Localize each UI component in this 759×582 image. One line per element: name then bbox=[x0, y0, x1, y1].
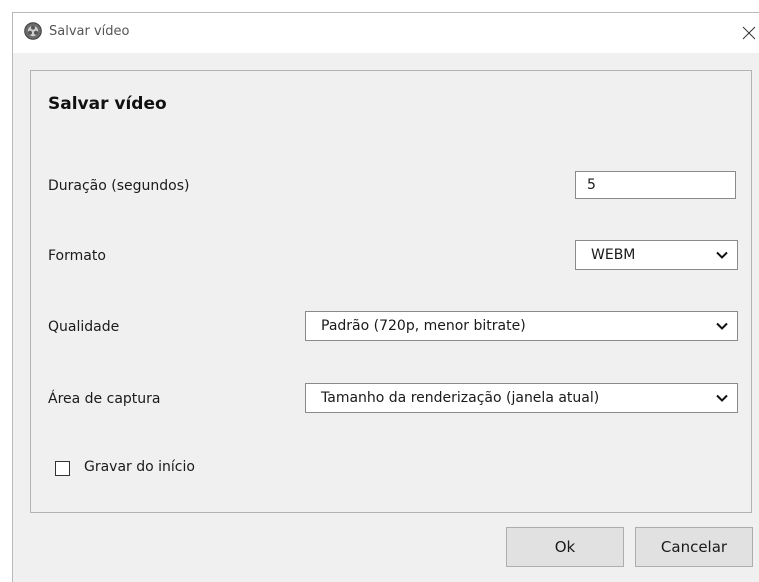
close-icon bbox=[742, 26, 756, 40]
capture-area-select-value: Tamanho da renderização (janela atual) bbox=[321, 390, 600, 406]
quality-select-value: Padrão (720p, menor bitrate) bbox=[321, 318, 526, 334]
chevron-down-icon bbox=[716, 394, 728, 402]
panel-title: Salvar vídeo bbox=[48, 94, 167, 114]
settings-panel: Salvar vídeo Duração (segundos) Formato … bbox=[30, 70, 752, 513]
format-label: Formato bbox=[48, 248, 106, 264]
format-select[interactable]: WEBM bbox=[575, 240, 738, 270]
chevron-down-icon bbox=[716, 251, 728, 259]
format-select-value: WEBM bbox=[591, 247, 636, 263]
close-button[interactable] bbox=[726, 13, 759, 53]
capture-area-select[interactable]: Tamanho da renderização (janela atual) bbox=[305, 383, 738, 413]
title-bar[interactable]: Salvar vídeo bbox=[13, 13, 759, 53]
record-from-start-checkbox[interactable] bbox=[55, 461, 70, 476]
chevron-down-icon bbox=[716, 322, 728, 330]
quality-label: Qualidade bbox=[48, 319, 120, 335]
save-video-dialog: Salvar vídeo Salvar vídeo Duração (segun… bbox=[12, 12, 759, 582]
record-from-start-label[interactable]: Gravar do início bbox=[84, 459, 195, 475]
duration-input[interactable] bbox=[575, 171, 736, 199]
ok-button[interactable]: Ok bbox=[506, 527, 624, 567]
duration-label: Duração (segundos) bbox=[48, 178, 190, 194]
app-logo-icon bbox=[24, 22, 42, 40]
capture-area-label: Área de captura bbox=[48, 391, 161, 407]
quality-select[interactable]: Padrão (720p, menor bitrate) bbox=[305, 311, 738, 341]
cancel-button[interactable]: Cancelar bbox=[635, 527, 753, 567]
window-title: Salvar vídeo bbox=[49, 24, 130, 39]
